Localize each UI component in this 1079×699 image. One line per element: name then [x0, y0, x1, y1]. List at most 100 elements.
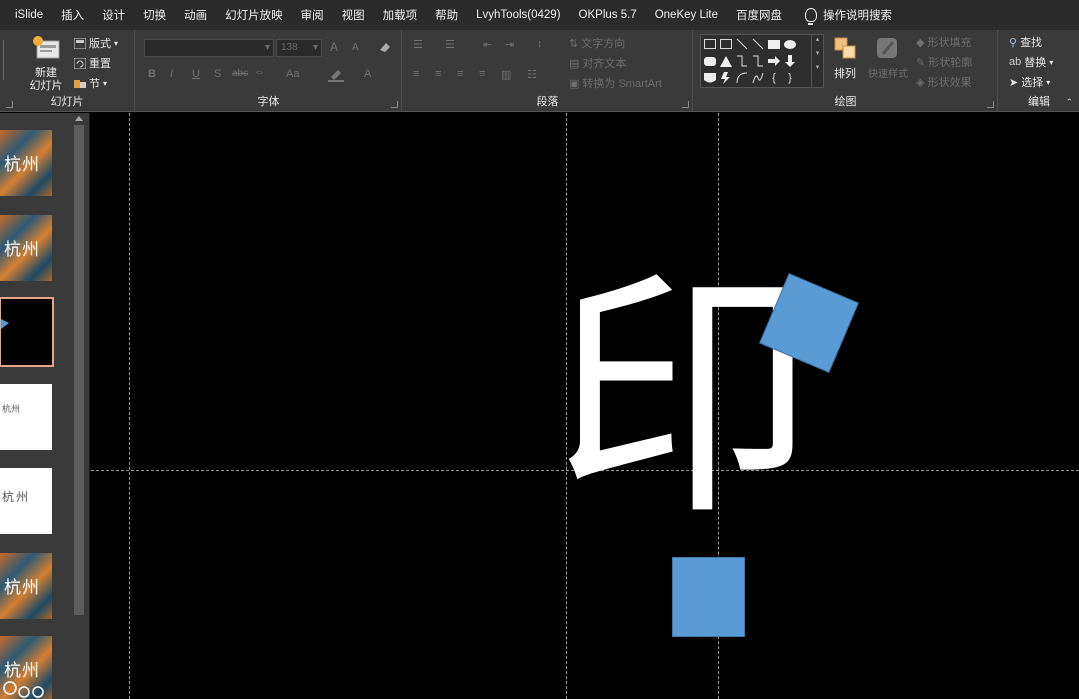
shape-outline-button[interactable]: ✎ 形状轮廓	[916, 54, 972, 70]
distributed-icon[interactable]: ▥	[501, 68, 511, 81]
align-left-icon[interactable]: ≡	[413, 68, 419, 80]
character-spacing-icon[interactable]: ⇔	[254, 66, 265, 78]
new-slide-button[interactable]: 新建 幻灯片	[26, 34, 66, 93]
line-shape-icon[interactable]	[735, 37, 749, 51]
elbow-arrow-connector-icon[interactable]	[751, 54, 765, 68]
bold-button[interactable]: B	[148, 68, 156, 80]
triangle-shape-icon[interactable]	[719, 54, 733, 68]
menu-okplus[interactable]: OKPlus 5.7	[570, 9, 646, 21]
menu-animations[interactable]: 动画	[175, 7, 216, 23]
scroll-up-icon[interactable]	[75, 116, 83, 121]
rectangle-shape-icon[interactable]	[767, 37, 781, 51]
font-color-button[interactable]: A	[364, 68, 371, 80]
align-center-icon[interactable]: ≡	[435, 68, 441, 80]
arrange-button[interactable]: 排列	[830, 36, 860, 81]
clear-formatting-icon[interactable]	[378, 40, 392, 54]
columns-icon[interactable]: ☷	[527, 68, 537, 81]
slide-thumbnail-6[interactable]: 杭州	[0, 553, 52, 619]
elbow-connector-icon[interactable]	[735, 54, 749, 68]
curve-shape-icon[interactable]	[751, 71, 765, 85]
font-size-value: 138	[281, 42, 298, 53]
shape-outline-label: 形状轮廓	[928, 57, 973, 69]
menu-baidu-netdisk[interactable]: 百度网盘	[727, 7, 791, 23]
tell-me-search[interactable]: 操作说明搜索	[791, 7, 901, 25]
arrow-line-shape-icon[interactable]	[751, 37, 765, 51]
arrange-label: 排列	[834, 68, 856, 80]
menu-view[interactable]: 视图	[333, 7, 374, 23]
slide-thumbnail-1[interactable]: 杭州	[0, 130, 52, 196]
shape-effects-button[interactable]: ◈ 形状效果	[916, 74, 971, 90]
line-spacing-icon[interactable]: ↕	[537, 38, 543, 50]
gallery-scroll[interactable]: ▴ ▾ ▾	[811, 35, 823, 87]
find-button[interactable]: ⚲ 查找	[1009, 34, 1042, 50]
slide-thumbnail-4[interactable]: 杭州	[0, 384, 52, 450]
textbox-shape-icon[interactable]	[703, 37, 717, 51]
bottom-blue-square[interactable]	[672, 557, 745, 637]
select-button[interactable]: ➤ 选择 ▾	[1009, 74, 1050, 90]
text-shadow-button[interactable]: S	[214, 68, 221, 80]
change-case-button[interactable]: Aa	[286, 68, 299, 80]
reset-button[interactable]: 重置	[74, 55, 111, 71]
grow-font-button[interactable]: A	[330, 40, 338, 54]
vertical-guide-left[interactable]	[129, 113, 130, 699]
justify-icon[interactable]: ≡	[479, 68, 485, 80]
align-right-icon[interactable]: ≡	[457, 68, 463, 80]
paint-bucket-icon: ◆	[916, 36, 925, 49]
right-brace-shape-icon[interactable]: }	[783, 71, 797, 85]
vertical-textbox-icon[interactable]	[719, 37, 733, 51]
menu-insert[interactable]: 插入	[52, 7, 93, 23]
slide-canvas[interactable]: 印	[91, 113, 1079, 699]
menu-addins[interactable]: 加载项	[374, 7, 427, 23]
italic-button[interactable]: I	[170, 68, 173, 80]
paragraph-launcher-icon[interactable]	[682, 101, 689, 108]
flowchart-shape-icon[interactable]	[703, 71, 717, 85]
menu-review[interactable]: 审阅	[292, 7, 333, 23]
shapes-gallery[interactable]: { } ▴ ▾ ▾	[700, 34, 824, 88]
oval-shape-icon[interactable]	[783, 37, 797, 51]
menu-transitions[interactable]: 切换	[134, 7, 175, 23]
menu-lvyhtools[interactable]: LvyhTools(0429)	[467, 9, 569, 21]
quick-styles-button[interactable]: 快速样式	[866, 36, 910, 80]
shrink-font-button[interactable]: A	[352, 42, 359, 53]
font-launcher-icon[interactable]	[391, 101, 398, 108]
shape-fill-button[interactable]: ◆ 形状填充	[916, 34, 971, 50]
collapse-ribbon-icon[interactable]: ⌃	[1065, 97, 1073, 108]
slide-thumbnail-5[interactable]: 杭州	[0, 468, 52, 534]
replace-button[interactable]: ab 替换 ▾	[1009, 54, 1053, 70]
arc-shape-icon[interactable]	[735, 71, 749, 85]
slides-launcher-icon[interactable]	[6, 101, 13, 108]
slide-thumbnail-2[interactable]: 杭州	[0, 215, 52, 281]
scrollbar-thumb[interactable]	[74, 125, 84, 615]
lightning-shape-icon[interactable]	[719, 71, 733, 85]
layout-button[interactable]: 版式 ▾	[74, 35, 118, 51]
menu-islide[interactable]: iSlide	[6, 9, 52, 21]
align-text-button[interactable]: ▤ 对齐文本	[569, 55, 626, 71]
strikethrough-button[interactable]: abc	[232, 68, 248, 79]
increase-indent-icon[interactable]: ⇥	[505, 38, 514, 51]
convert-smartart-button[interactable]: ▣ 转换为 SmartArt	[569, 75, 662, 91]
menu-help[interactable]: 帮助	[426, 7, 467, 23]
left-brace-shape-icon[interactable]: {	[767, 71, 781, 85]
rounded-rect-shape-icon[interactable]	[703, 54, 717, 68]
font-family-combo[interactable]: ▾	[144, 39, 274, 57]
slide-thumbnail-3-selected[interactable]	[0, 297, 54, 367]
numbering-icon[interactable]: ☰	[445, 38, 455, 51]
search-icon: ⚲	[1009, 36, 1018, 49]
chevron-down-icon: ▾	[815, 50, 820, 57]
menu-design[interactable]: 设计	[93, 7, 134, 23]
section-button[interactable]: 节 ▾	[74, 75, 107, 91]
text-direction-button[interactable]: ⇅ 文字方向	[569, 35, 625, 51]
chevron-up-icon: ▴	[815, 36, 820, 43]
slide-thumbnail-7[interactable]: 杭州	[0, 636, 52, 699]
menu-onekey-lite[interactable]: OneKey Lite	[646, 9, 727, 21]
underline-button[interactable]: U	[192, 68, 200, 80]
menu-slideshow[interactable]: 幻灯片放映	[216, 7, 292, 23]
right-arrow-shape-icon[interactable]	[767, 54, 781, 68]
down-arrow-shape-icon[interactable]	[783, 54, 797, 68]
decrease-indent-icon[interactable]: ⇤	[483, 38, 492, 51]
font-size-combo[interactable]: 138 ▾	[276, 39, 322, 57]
thumbnail-scrollbar[interactable]	[72, 113, 86, 699]
highlight-icon[interactable]	[328, 68, 344, 82]
drawing-launcher-icon[interactable]	[987, 101, 994, 108]
bullets-icon[interactable]: ☰	[413, 38, 423, 51]
